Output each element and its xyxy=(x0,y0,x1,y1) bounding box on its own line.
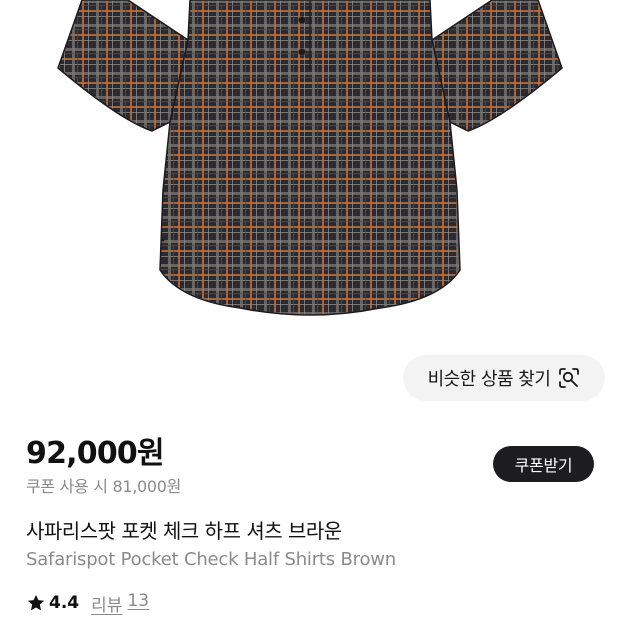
shirt-illustration xyxy=(57,0,563,316)
review-link[interactable]: 리뷰 13 xyxy=(91,591,149,616)
product-image[interactable] xyxy=(0,0,620,340)
product-name-english: Safarispot Pocket Check Half Shirts Brow… xyxy=(26,549,396,570)
star-icon xyxy=(26,593,46,613)
product-detail-page: 비슷한 상품 찾기 92,000원 쿠폰 사용 시 81,000원 쿠폰받기 사… xyxy=(0,0,620,620)
find-similar-label: 비슷한 상품 찾기 xyxy=(427,369,551,390)
find-similar-button[interactable]: 비슷한 상품 찾기 xyxy=(403,355,605,401)
review-count: 13 xyxy=(127,590,150,611)
product-price: 92,000원 xyxy=(26,436,165,471)
product-name-korean: 사파리스팟 포켓 체크 하프 셔츠 브라운 xyxy=(26,519,342,543)
review-label: 리뷰 xyxy=(91,595,123,616)
coupon-price: 쿠폰 사용 시 81,000원 xyxy=(26,477,182,496)
visual-search-icon xyxy=(558,367,580,389)
rating-row: 4.4 리뷰 13 xyxy=(26,591,149,616)
get-coupon-button[interactable]: 쿠폰받기 xyxy=(493,446,594,482)
rating-value: 4.4 xyxy=(49,593,80,613)
